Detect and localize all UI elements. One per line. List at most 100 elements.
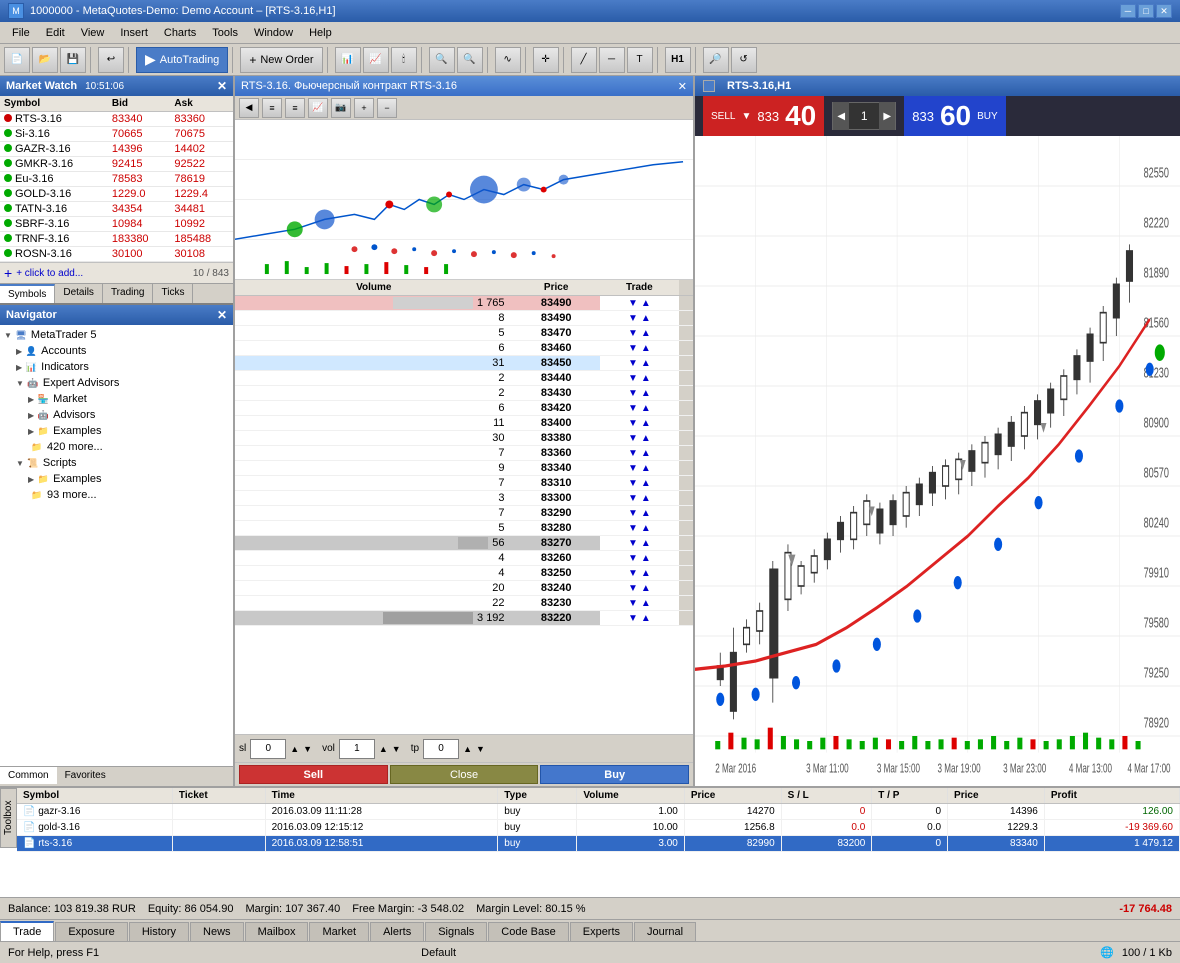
- bottom-tab-exposure[interactable]: Exposure: [55, 922, 127, 941]
- toolbar-chart-candle[interactable]: 🕯: [391, 47, 417, 73]
- market-watch-row[interactable]: GAZR-3.16 14396 14402: [0, 142, 233, 157]
- toolbox-tab[interactable]: Toolbox: [0, 788, 17, 848]
- mw-tab-trading[interactable]: Trading: [103, 284, 154, 303]
- ob-toolbar-zoom-in[interactable]: +: [354, 98, 374, 118]
- nav-item-accounts[interactable]: ▶ 👤 Accounts: [4, 343, 229, 359]
- market-watch-row[interactable]: RTS-3.16 83340 83360: [0, 112, 233, 127]
- toolbar-crosshair[interactable]: ✛: [533, 47, 559, 73]
- sl-input[interactable]: [250, 739, 286, 759]
- autotrading-button[interactable]: ▶ AutoTrading: [136, 47, 228, 73]
- toolbar-search[interactable]: 🔎: [703, 47, 729, 73]
- order-book-row[interactable]: 4 83250 ▼ ▲: [235, 566, 693, 581]
- toolbar-indicators[interactable]: ∿: [495, 47, 521, 73]
- qty-up[interactable]: ▶: [879, 102, 895, 130]
- order-book-row[interactable]: 4 83260 ▼ ▲: [235, 551, 693, 566]
- bottom-tab-alerts[interactable]: Alerts: [370, 922, 424, 941]
- bottom-tab-mailbox[interactable]: Mailbox: [245, 922, 309, 941]
- toolbar-open-btn[interactable]: 📂: [32, 47, 58, 73]
- order-book-row[interactable]: 2 83440 ▼ ▲: [235, 371, 693, 386]
- menu-view[interactable]: View: [73, 22, 113, 44]
- toolbar-chart-bar[interactable]: 📊: [335, 47, 361, 73]
- order-book-row[interactable]: 8 83490 ▼ ▲: [235, 311, 693, 326]
- sl-down[interactable]: ▼: [303, 744, 312, 754]
- order-book-row[interactable]: 7 83360 ▼ ▲: [235, 446, 693, 461]
- market-watch-row[interactable]: ROSN-3.16 30100 30108: [0, 247, 233, 262]
- ob-toolbar-btn2[interactable]: ≡: [262, 98, 282, 118]
- market-watch-row[interactable]: SBRF-3.16 10984 10992: [0, 217, 233, 232]
- close-button[interactable]: Close: [390, 765, 539, 784]
- nav-item-examples-ea[interactable]: ▶ 📁 Examples: [4, 423, 229, 439]
- ob-toolbar-btn3[interactable]: ≡: [285, 98, 305, 118]
- menu-window[interactable]: Window: [246, 22, 301, 44]
- neworder-button[interactable]: + New Order: [240, 47, 322, 73]
- ob-toolbar-btn1[interactable]: ◀: [239, 98, 259, 118]
- toolbar-undo-btn[interactable]: ↩: [98, 47, 124, 73]
- sell-button[interactable]: Sell: [239, 765, 388, 784]
- navigator-close-icon[interactable]: ✕: [217, 308, 227, 322]
- market-watch-footer[interactable]: + + click to add... 10 / 843: [0, 262, 233, 283]
- tp-down[interactable]: ▼: [476, 744, 485, 754]
- ob-toolbar-zoom-out[interactable]: −: [377, 98, 397, 118]
- minimize-button[interactable]: ─: [1120, 4, 1136, 18]
- trade-row[interactable]: 📄 gazr-3.16 2016.03.09 11:11:28 buy 1.00…: [17, 804, 1180, 820]
- market-watch-row[interactable]: GOLD-3.16 1229.0 1229.4: [0, 187, 233, 202]
- trade-row[interactable]: 📄 rts-3.16 2016.03.09 12:58:51 buy 3.00 …: [17, 836, 1180, 852]
- nav-item-mt5[interactable]: ▼ 🖥 MetaTrader 5: [4, 327, 229, 343]
- toolbar-zoom-in[interactable]: 🔍: [429, 47, 455, 73]
- menu-file[interactable]: File: [4, 22, 38, 44]
- mw-tab-details[interactable]: Details: [55, 284, 103, 303]
- order-book-row[interactable]: 6 83420 ▼ ▲: [235, 401, 693, 416]
- market-watch-row[interactable]: Si-3.16 70665 70675: [0, 127, 233, 142]
- sell-panel[interactable]: SELL ▼ 833 40: [703, 96, 824, 136]
- order-book-row[interactable]: 20 83240 ▼ ▲: [235, 581, 693, 596]
- bottom-tab-history[interactable]: History: [129, 922, 189, 941]
- mw-tab-ticks[interactable]: Ticks: [153, 284, 193, 303]
- order-book-row[interactable]: 9 83340 ▼ ▲: [235, 461, 693, 476]
- menu-insert[interactable]: Insert: [112, 22, 156, 44]
- order-book-row[interactable]: 22 83230 ▼ ▲: [235, 596, 693, 611]
- nav-tab-favorites[interactable]: Favorites: [57, 767, 114, 784]
- nav-item-indicators[interactable]: ▶ 📊 Indicators: [4, 359, 229, 375]
- buy-panel[interactable]: 833 60 BUY: [904, 96, 1005, 136]
- vol-up[interactable]: ▲: [379, 744, 388, 754]
- market-watch-row[interactable]: TATN-3.16 34354 34481: [0, 202, 233, 217]
- nav-item-market[interactable]: ▶ 🏪 Market: [4, 391, 229, 407]
- nav-item-advisors[interactable]: ▶ 🤖 Advisors: [4, 407, 229, 423]
- toolbar-text[interactable]: T: [627, 47, 653, 73]
- nav-item-more-ea[interactable]: 📁 420 more...: [4, 439, 229, 455]
- ob-toolbar-btn4[interactable]: 📈: [308, 98, 328, 118]
- sl-up[interactable]: ▲: [290, 744, 299, 754]
- main-chart-area[interactable]: 82550 82220 81890 81560 81230 80900 8057…: [695, 136, 1180, 786]
- order-book-row[interactable]: 1 765 83490 ▼ ▲: [235, 296, 693, 311]
- maximize-button[interactable]: □: [1138, 4, 1154, 18]
- nav-item-more-scripts[interactable]: 📁 93 more...: [4, 487, 229, 503]
- close-button[interactable]: ✕: [1156, 4, 1172, 18]
- bottom-tab-trade[interactable]: Trade: [0, 921, 54, 941]
- qty-down[interactable]: ◀: [833, 102, 849, 130]
- menu-help[interactable]: Help: [301, 22, 340, 44]
- order-book-row[interactable]: 31 83450 ▼ ▲: [235, 356, 693, 371]
- nav-item-scripts[interactable]: ▼ 📜 Scripts: [4, 455, 229, 471]
- ob-toolbar-btn5[interactable]: 📷: [331, 98, 351, 118]
- bottom-tab-code-base[interactable]: Code Base: [488, 922, 568, 941]
- tp-up[interactable]: ▲: [463, 744, 472, 754]
- market-watch-close-icon[interactable]: ✕: [217, 79, 227, 93]
- toolbar-line[interactable]: ╱: [571, 47, 597, 73]
- order-book-row[interactable]: 3 83300 ▼ ▲: [235, 491, 693, 506]
- bottom-tab-signals[interactable]: Signals: [425, 922, 487, 941]
- market-watch-row[interactable]: GMKR-3.16 92415 92522: [0, 157, 233, 172]
- bottom-tab-market[interactable]: Market: [309, 922, 369, 941]
- market-watch-row[interactable]: Eu-3.16 78583 78619: [0, 172, 233, 187]
- order-book-row[interactable]: 6 83460 ▼ ▲: [235, 341, 693, 356]
- market-watch-row[interactable]: TRNF-3.16 183380 185488: [0, 232, 233, 247]
- toolbar-hline[interactable]: ─: [599, 47, 625, 73]
- bottom-tab-news[interactable]: News: [190, 922, 244, 941]
- toolbar-chart-line[interactable]: 📈: [363, 47, 389, 73]
- trade-row[interactable]: 📄 gold-3.16 2016.03.09 12:15:12 buy 10.0…: [17, 820, 1180, 836]
- order-book-row[interactable]: 7 83310 ▼ ▲: [235, 476, 693, 491]
- mw-tab-symbols[interactable]: Symbols: [0, 284, 55, 303]
- vol-input[interactable]: [339, 739, 375, 759]
- toolbar-refresh[interactable]: ↺: [731, 47, 757, 73]
- menu-edit[interactable]: Edit: [38, 22, 73, 44]
- orderbook-close-icon[interactable]: ✕: [678, 80, 687, 93]
